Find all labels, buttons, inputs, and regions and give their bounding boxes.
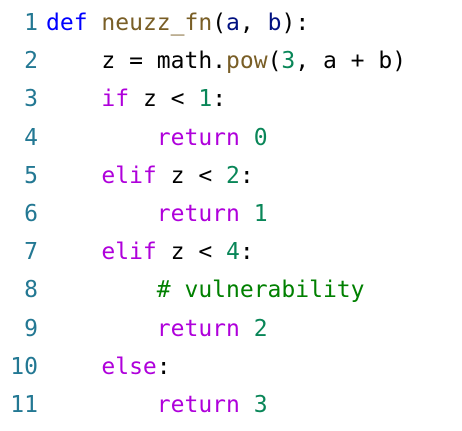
code-line[interactable]: 10 else: xyxy=(0,348,171,386)
line-number: 8 xyxy=(24,277,38,304)
code-token: z < xyxy=(156,239,227,266)
code-token: else xyxy=(101,353,157,380)
code-token: z = math. xyxy=(46,48,227,75)
line-number: 4 xyxy=(24,124,38,151)
code-token: : xyxy=(239,239,254,266)
code-token: a xyxy=(226,10,240,36)
line-number: 2 xyxy=(24,48,38,75)
code-token: ( xyxy=(267,48,282,75)
code-line[interactable]: 11 return 3 xyxy=(0,386,268,424)
code-token: return xyxy=(156,392,240,418)
code-line[interactable]: 2 z = math.pow(3, a + b) xyxy=(0,42,406,80)
code-line[interactable]: 4 return 0 xyxy=(0,119,268,157)
code-token: z < xyxy=(129,86,199,113)
code-line[interactable]: 9 return 2 xyxy=(0,310,268,348)
code-token: return xyxy=(156,315,240,342)
code-token: if xyxy=(101,86,130,113)
code-line[interactable]: 3 if z < 1: xyxy=(0,80,226,118)
code-content: else: xyxy=(46,353,171,380)
code-line[interactable]: 1 def neuzz_fn(a, b): xyxy=(0,4,309,42)
code-token: 2 xyxy=(253,315,268,342)
code-token: 1 xyxy=(198,86,213,113)
code-token: def xyxy=(46,10,88,36)
code-line[interactable]: 7 elif z < 4: xyxy=(0,233,254,271)
line-number: 9 xyxy=(24,315,38,342)
line-number: 5 xyxy=(24,162,38,189)
code-line[interactable]: 8 # vulnerability xyxy=(0,271,365,309)
line-number: 6 xyxy=(24,201,38,227)
code-token: ): xyxy=(281,10,310,36)
line-number: 7 xyxy=(24,239,38,266)
code-token: # vulnerability xyxy=(156,277,365,304)
code-content: return 0 xyxy=(46,125,268,151)
code-token: 3 xyxy=(281,48,296,75)
code-line[interactable]: 6 return 1 xyxy=(0,195,268,233)
code-content: return 1 xyxy=(46,201,268,227)
code-content: def neuzz_fn(a, b): xyxy=(46,10,309,36)
code-token: : xyxy=(239,162,254,189)
code-token: , a + b) xyxy=(295,48,407,75)
line-number: 3 xyxy=(24,86,38,113)
code-token: : xyxy=(212,86,227,113)
code-token: return xyxy=(156,124,240,151)
code-content: return 3 xyxy=(46,392,268,418)
code-content: elif z < 2: xyxy=(46,162,254,189)
code-token: pow xyxy=(226,48,268,75)
code-token: z < xyxy=(156,162,227,189)
code-token: , xyxy=(239,10,268,36)
code-token: neuzz_fn xyxy=(101,10,213,36)
code-token: 0 xyxy=(253,124,268,151)
code-token: return xyxy=(156,201,240,227)
code-token: : xyxy=(156,353,171,380)
code-content: if z < 1: xyxy=(46,86,226,112)
code-token: 1 xyxy=(253,201,268,227)
code-line[interactable]: 5 elif z < 2: xyxy=(0,157,254,195)
code-content: return 2 xyxy=(46,316,268,342)
code-token: ( xyxy=(212,10,227,36)
code-token: 3 xyxy=(253,392,268,418)
code-content: elif z < 4: xyxy=(46,239,254,266)
line-number: 11 xyxy=(10,392,38,418)
code-token: b xyxy=(267,10,282,36)
code-token: 2 xyxy=(226,162,240,189)
code-token: 4 xyxy=(226,239,240,266)
line-number: 1 xyxy=(24,10,38,36)
line-number: 10 xyxy=(10,353,38,380)
code-content: z = math.pow(3, a + b) xyxy=(46,48,406,74)
code-token: elif xyxy=(101,239,157,266)
code-editor[interactable]: 1 def neuzz_fn(a, b): 2 z = math.pow(3, a … xyxy=(0,0,462,431)
code-token: elif xyxy=(101,162,157,189)
code-content: # vulnerability xyxy=(46,277,365,303)
